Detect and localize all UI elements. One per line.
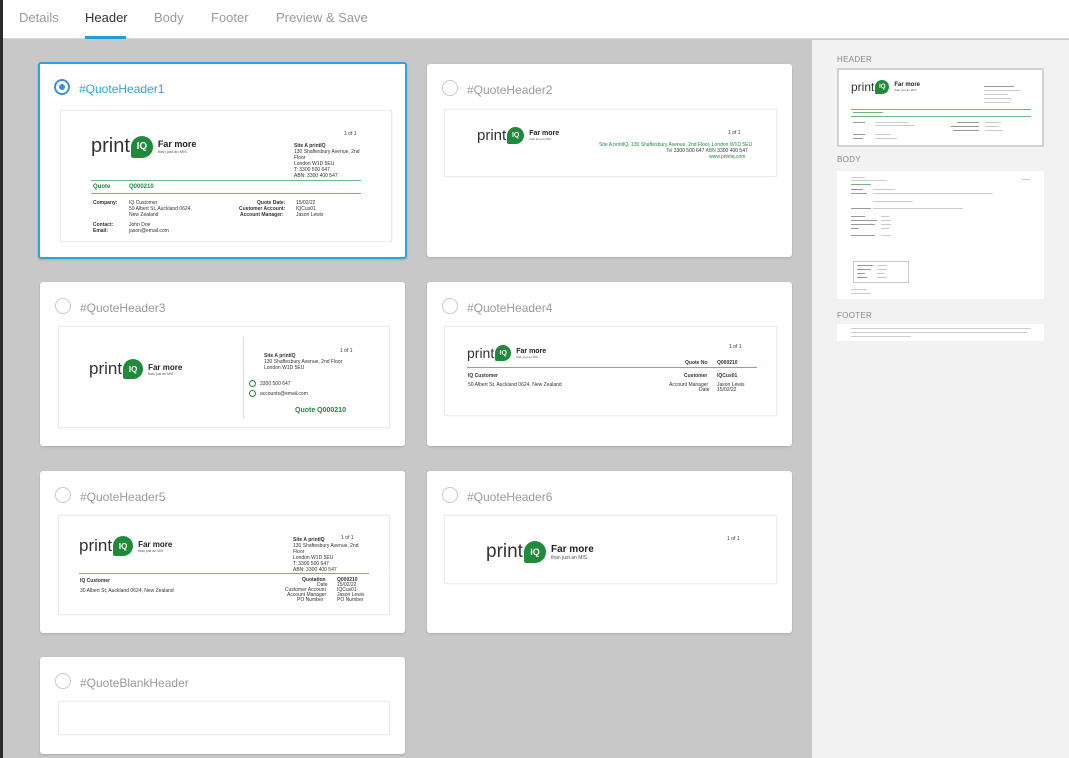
header-preview: print IQ Far more than just an MIS Site A… (58, 515, 390, 615)
step-tabs: Details Header Body Footer Preview & Sav… (3, 0, 1069, 39)
header-option-title: #QuoteHeader1 (79, 82, 165, 96)
website: www.printiq.com (709, 154, 746, 160)
quote-number: Q000210 (129, 184, 154, 190)
page-count: 1 of 1 (727, 536, 740, 542)
header-preview (58, 701, 390, 735)
header-option-title: #QuoteHeader5 (80, 490, 166, 504)
tel-value: 3300 500 647 (673, 148, 705, 154)
page-count: 1 of 1 (340, 348, 353, 354)
quote-label: Quote (93, 184, 111, 190)
po-number-value: PO Number (337, 597, 364, 603)
header-option-radio[interactable] (442, 80, 458, 96)
quote-template-editor: Details Header Body Footer Preview & Sav… (3, 0, 1069, 758)
email-icon (249, 390, 256, 397)
printiq-logo: print IQ Far more than just an MIS (467, 345, 547, 361)
header-preview: print IQ Far more than just an MIS 1 of 1 (444, 515, 777, 584)
header-preview: print IQ Far more than just an MIS 1 of 1… (444, 109, 777, 177)
site-abn: ABN: 3300 400 547 (294, 173, 338, 179)
header-preview: print IQ Far more than just an MIS 1 of 1… (60, 110, 392, 242)
tab-preview-save[interactable]: Preview & Save (276, 10, 368, 25)
header-template-gallery: #QuoteHeader1 print IQ Far more than just… (3, 40, 812, 758)
tab-header[interactable]: Header (85, 10, 128, 25)
po-number-label: PO Number (297, 597, 324, 603)
body-section-label: BODY (837, 155, 861, 164)
header-option-radio[interactable] (442, 487, 458, 503)
header-option-card-blank[interactable]: #QuoteBlankHeader (40, 657, 405, 754)
printiq-logo: print IQ Far more than just an MIS (486, 541, 594, 563)
header-option-card-1[interactable]: #QuoteHeader1 print IQ Far more than just… (38, 62, 407, 259)
header-option-radio[interactable] (55, 673, 71, 689)
header-option-title: #QuoteHeader3 (80, 301, 166, 315)
header-option-card-3[interactable]: #QuoteHeader3 print IQ Far more than just… (40, 282, 405, 446)
header-option-card-4[interactable]: #QuoteHeader4 print IQ Far more than just… (427, 282, 792, 446)
header-option-card-5[interactable]: #QuoteHeader5 print IQ Far more than just… (40, 471, 405, 633)
header-option-title: #QuoteHeader6 (467, 490, 553, 504)
page-count: 1 of 1 (729, 344, 742, 350)
company-label: Company: (93, 200, 118, 206)
page-count: 1 of 1 (341, 535, 354, 541)
account-manager-value: Jason Lewis (296, 212, 324, 218)
header-option-title: #QuoteBlankHeader (80, 676, 189, 690)
header-option-radio[interactable] (55, 298, 71, 314)
email-value: accounts@email.com (260, 391, 308, 397)
phone-value: 3300 500 647 (260, 381, 291, 387)
company-line: New Zealand (129, 212, 159, 218)
header-section-label: HEADER (837, 55, 873, 64)
tab-body[interactable]: Body (154, 10, 184, 25)
tel-label: Tel (666, 148, 673, 154)
header-option-radio[interactable] (442, 298, 458, 314)
email-value: jason@email.com (129, 228, 169, 234)
header-thumbnail[interactable]: print IQ Far more than just an MIS (837, 68, 1044, 147)
customer-value: IQCus01 (717, 373, 738, 379)
header-option-card-2[interactable]: #QuoteHeader2 print IQ Far more than just… (427, 64, 792, 257)
active-tab-indicator (85, 36, 126, 39)
header-preview: print IQ Far more than just an MIS 1 of 1… (58, 326, 390, 428)
email-label: Email: (93, 228, 109, 234)
site-address-line: London W1D 5EU (264, 365, 305, 371)
date-label: Date (699, 387, 710, 393)
header-option-card-6[interactable]: #QuoteHeader6 print IQ Far more than just… (427, 471, 792, 633)
date-value: 15/02/22 (717, 387, 737, 393)
quote-number: Quote Q000210 (295, 407, 346, 414)
phone-icon (249, 380, 256, 387)
header-option-radio[interactable] (55, 487, 71, 503)
header-option-title: #QuoteHeader4 (467, 301, 553, 315)
tab-footer[interactable]: Footer (211, 10, 249, 25)
printiq-logo: print IQ Far more than just an MIS (79, 536, 173, 556)
page-count: 1 of 1 (728, 130, 741, 136)
printiq-logo: print IQ Far more than just an MIS (89, 359, 183, 379)
printiq-logo: print IQ Far more than just an MIS (91, 135, 197, 158)
quote-no-value: Q000210 (717, 360, 738, 366)
header-option-radio[interactable] (54, 79, 70, 95)
customer-name: IQ Customer (468, 373, 499, 379)
footer-section-label: FOOTER (837, 311, 873, 320)
header-option-title: #QuoteHeader2 (467, 83, 553, 97)
quote-no-label: Quote No (685, 360, 708, 366)
page-count: 1 of 1 (344, 131, 357, 137)
header-preview: print IQ Far more than just an MIS 1 of 1… (444, 326, 777, 416)
tab-details[interactable]: Details (19, 10, 59, 25)
body-thumbnail[interactable] (837, 171, 1044, 299)
account-manager-label: Account Manager: (240, 212, 284, 218)
template-preview-panel: HEADER print IQ Far more than just an MIS (812, 40, 1069, 758)
customer-name: IQ Customer (80, 578, 111, 584)
customer-address: 50 Albert St, Auckland 0624, New Zealand (468, 382, 562, 388)
printiq-logo: print IQ Far more than just an MIS (477, 127, 560, 144)
customer-label: Customer (684, 373, 708, 379)
customer-address: 30 Albert St, Auckland 0624, New Zealand (80, 588, 174, 594)
footer-thumbnail[interactable] (837, 324, 1044, 341)
